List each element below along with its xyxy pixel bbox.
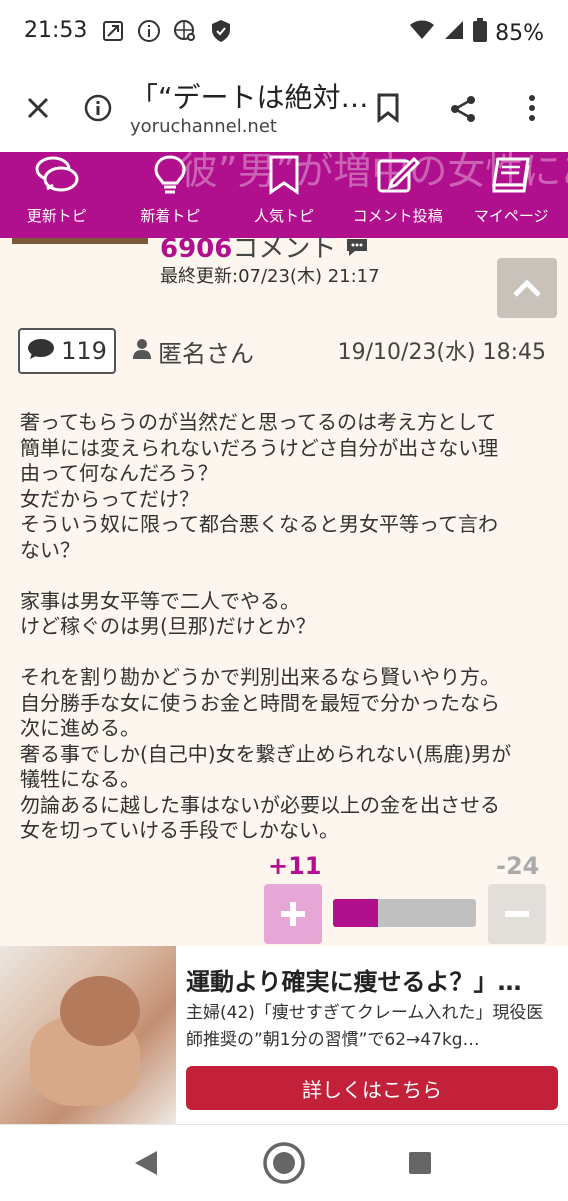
topic-thumbnail[interactable]: [12, 238, 148, 244]
ad-description[interactable]: 主婦(42)「痩せすぎてクレーム入れた」現役医師推奨の”朝1分の習慣”で62→4…: [186, 1000, 558, 1054]
comment-number-badge[interactable]: 119: [18, 328, 116, 374]
nav-item-label: 更新トピ: [26, 207, 87, 225]
close-icon[interactable]: [18, 88, 58, 128]
share-button[interactable]: [442, 88, 484, 130]
site-nav: 彼”男”が増中の女性にありしいうつの理由 更新トピ 新着トピ 人気トピ コメント…: [0, 150, 568, 238]
topic-last-updated: 最終更新:07/23(木) 21:17: [160, 266, 380, 287]
home-button[interactable]: [262, 1141, 306, 1185]
comment-line: そういう奴に限って都合悪くなると男女平等って言わ: [20, 512, 498, 536]
share-icon: [451, 96, 475, 122]
bookmark-icon: [377, 93, 399, 123]
chevron-up-icon: [513, 279, 541, 297]
status-bar: 21:53 85%: [0, 0, 568, 66]
chat-bubbles-icon: [33, 155, 81, 199]
comment-count-value: 6906: [160, 234, 233, 264]
ad-banner[interactable]: 運動より確実に痩せるよ？」… 主婦(42)「痩せすぎてクレーム入れた」現役医師推…: [0, 946, 568, 1124]
comment-line: 次に進める。: [20, 716, 140, 740]
author-name: 匿名さん: [158, 340, 254, 368]
globe-search-icon: [172, 18, 198, 44]
comment-line: 自分勝手な女に使うお金と時間を最短で分かったなら: [20, 690, 500, 715]
page-url: yoruchannel.net: [130, 116, 277, 137]
back-button[interactable]: [126, 1143, 166, 1183]
minus-vote-button[interactable]: [488, 884, 546, 944]
home-circle-icon: [263, 1142, 305, 1184]
wifi-icon: [409, 19, 435, 47]
user-icon: [132, 338, 152, 366]
bookmark-icon: [268, 155, 300, 199]
signal-icon: [443, 19, 465, 47]
ad-image[interactable]: [0, 946, 176, 1124]
comment-line: 由って何なんだろう？: [20, 461, 218, 485]
back-triangle-icon: [135, 1151, 157, 1175]
minus-icon: [505, 911, 529, 917]
comment-line: [20, 563, 550, 589]
more-vert-icon: [529, 95, 535, 121]
bookmark-button[interactable]: [368, 88, 408, 128]
nav-item-updated[interactable]: 更新トピ: [0, 152, 114, 238]
recents-square-icon: [409, 1152, 431, 1174]
ad-headline[interactable]: 運動より確実に痩せるよ？」…: [186, 962, 558, 997]
battery-icon: [473, 18, 488, 48]
comment-line: 奢ってもらうのが当然だと思ってるのは考え方として: [20, 410, 497, 434]
comment-line: ない？: [20, 537, 80, 562]
nav-item-label: 新着トピ: [140, 207, 201, 225]
comment-body: 奢ってもらうのが当然だと思ってるのは考え方として 簡単には変えられないだろうけどさ…: [20, 410, 550, 844]
edit-icon: [376, 155, 420, 199]
plus-icon: [281, 902, 305, 926]
comment-line: 家事は男女平等で二人でやる。: [20, 588, 300, 613]
comment-bubble-icon: [345, 234, 369, 264]
comment-date: 19/10/23(水) 18:45: [337, 340, 546, 365]
comment-number: 119: [61, 337, 107, 365]
comment-line: [20, 640, 550, 666]
nav-item-label: マイページ: [473, 207, 549, 225]
comment-line: けど稼ぐのは男(旦那)だけとか？: [20, 614, 316, 638]
recents-button[interactable]: [400, 1143, 440, 1183]
lightbulb-icon: [153, 155, 187, 199]
battery-percent: 85%: [495, 20, 544, 46]
comment-line: 女だからってだけ？: [20, 486, 199, 511]
comment-line: 女を切っていける手段でしかない。: [20, 818, 339, 842]
nav-item-post-comment[interactable]: コメント投稿: [341, 152, 455, 238]
nav-item-mypage[interactable]: マイページ: [454, 152, 568, 238]
site-info-icon[interactable]: [78, 88, 118, 128]
status-right: 85%: [409, 18, 544, 48]
nav-item-popular[interactable]: 人気トピ: [227, 152, 341, 238]
page-title: 「“デートは絶対…: [130, 81, 369, 114]
notification-icon: [100, 18, 126, 44]
plus-vote-count: +11: [268, 852, 322, 880]
more-menu-button[interactable]: [512, 88, 552, 128]
comment-line: 奢る事でしか(自己中)女を繋ぎ止められない(馬鹿)男が: [20, 741, 512, 766]
status-icons: [100, 18, 234, 44]
scroll-top-button[interactable]: [497, 258, 557, 318]
comment-author: 匿名さん: [132, 334, 254, 369]
vote-ratio-fill: [333, 899, 378, 927]
book-icon: [490, 155, 532, 199]
browser-toolbar: 「“デートは絶対… yoruchannel.net: [0, 66, 568, 152]
status-time: 21:53: [24, 18, 88, 43]
ad-cta-button[interactable]: 詳しくはこちら: [186, 1066, 558, 1110]
nav-item-new[interactable]: 新着トピ: [114, 152, 228, 238]
nav-item-label: コメント投稿: [352, 207, 443, 225]
comment-line: 簡単には変えられないだろうけどさ自分が出さない理: [20, 435, 499, 460]
comment-line: 勿論あるに越した事はないが必要以上の金を出させる: [20, 792, 500, 817]
comment-line: それを割り勘かどうかで判別出来るなら賢いやり方。: [20, 665, 500, 689]
vote-ratio-bar: [333, 899, 476, 927]
comment-line: 犠牲になる。: [20, 767, 140, 791]
minus-vote-count: -24: [496, 852, 540, 880]
shield-icon: [208, 18, 234, 44]
plus-vote-button[interactable]: [264, 884, 322, 944]
nav-item-label: 人気トピ: [253, 207, 314, 225]
system-nav-bar: [0, 1124, 568, 1201]
info-icon: [136, 18, 162, 44]
comment-count-suffix: コメント: [232, 234, 337, 264]
speech-bubble-icon: [27, 338, 55, 364]
